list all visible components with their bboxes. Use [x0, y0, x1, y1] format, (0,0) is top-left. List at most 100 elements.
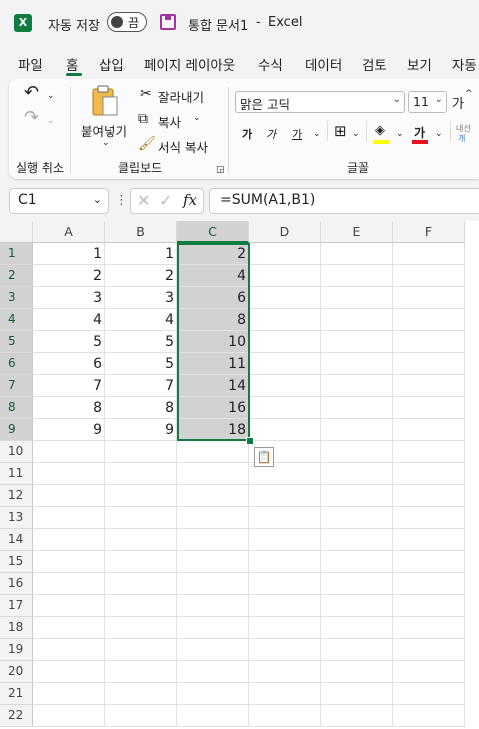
more-options-icon[interactable]: ⋮: [115, 193, 128, 208]
cell-f21[interactable]: [393, 683, 465, 705]
cell-d20[interactable]: [249, 661, 321, 683]
cell-a18[interactable]: [33, 617, 105, 639]
copy-icon[interactable]: ⧉: [138, 111, 148, 127]
cell-e2[interactable]: [321, 265, 393, 287]
cell-c22[interactable]: [177, 705, 249, 727]
row-header[interactable]: 10: [0, 441, 33, 463]
cell-a22[interactable]: [33, 705, 105, 727]
cell-d17[interactable]: [249, 595, 321, 617]
cell-e21[interactable]: [321, 683, 393, 705]
paste-options-icon[interactable]: 📋: [254, 447, 274, 467]
row-header[interactable]: 7: [0, 375, 33, 397]
copy-button[interactable]: 복사: [158, 112, 181, 131]
cell-b8[interactable]: 8: [105, 397, 177, 419]
copy-dropdown-icon[interactable]: ⌄: [193, 110, 201, 126]
cell-c3[interactable]: 6: [177, 287, 249, 309]
cell-b7[interactable]: 7: [105, 375, 177, 397]
tab-page-layout[interactable]: 페이지 레이아웃: [144, 54, 235, 74]
column-header-c[interactable]: C: [177, 221, 249, 243]
cell-f17[interactable]: [393, 595, 465, 617]
cell-e11[interactable]: [321, 463, 393, 485]
cell-b19[interactable]: [105, 639, 177, 661]
cell-f20[interactable]: [393, 661, 465, 683]
tab-view[interactable]: 보기: [407, 54, 432, 74]
row-header[interactable]: 16: [0, 573, 33, 595]
cell-f13[interactable]: [393, 507, 465, 529]
cell-e4[interactable]: [321, 309, 393, 331]
cell-a1[interactable]: 1: [33, 243, 105, 265]
cell-f3[interactable]: [393, 287, 465, 309]
cell-f10[interactable]: [393, 441, 465, 463]
cell-c14[interactable]: [177, 529, 249, 551]
paste-dropdown-icon[interactable]: ⌄: [102, 135, 110, 151]
formula-input[interactable]: =SUM(A1,B1): [209, 188, 479, 214]
cell-e16[interactable]: [321, 573, 393, 595]
cell-d9[interactable]: [249, 419, 321, 441]
cell-e13[interactable]: [321, 507, 393, 529]
cell-c9[interactable]: 18: [177, 419, 249, 441]
cell-f14[interactable]: [393, 529, 465, 551]
cell-f6[interactable]: [393, 353, 465, 375]
column-header-e[interactable]: E: [321, 221, 393, 243]
cell-a20[interactable]: [33, 661, 105, 683]
cell-c10[interactable]: [177, 441, 249, 463]
cell-f1[interactable]: [393, 243, 465, 265]
cell-d2[interactable]: [249, 265, 321, 287]
cell-d13[interactable]: [249, 507, 321, 529]
cell-a10[interactable]: [33, 441, 105, 463]
cell-c15[interactable]: [177, 551, 249, 573]
tab-data[interactable]: 데이터: [305, 54, 342, 74]
fill-color-dropdown-icon[interactable]: ⌄: [396, 126, 404, 142]
cell-b6[interactable]: 5: [105, 353, 177, 375]
cell-d15[interactable]: [249, 551, 321, 573]
cell-a6[interactable]: 6: [33, 353, 105, 375]
cell-e17[interactable]: [321, 595, 393, 617]
row-header[interactable]: 4: [0, 309, 33, 331]
cell-a4[interactable]: 4: [33, 309, 105, 331]
cell-e15[interactable]: [321, 551, 393, 573]
cell-a14[interactable]: [33, 529, 105, 551]
save-icon[interactable]: [160, 14, 176, 30]
cell-f7[interactable]: [393, 375, 465, 397]
cell-b4[interactable]: 4: [105, 309, 177, 331]
row-header[interactable]: 6: [0, 353, 33, 375]
undo-icon[interactable]: ↶: [24, 84, 39, 102]
row-header[interactable]: 21: [0, 683, 33, 705]
font-color-button[interactable]: 가: [414, 124, 425, 141]
cell-e5[interactable]: [321, 331, 393, 353]
cell-b16[interactable]: [105, 573, 177, 595]
cell-a19[interactable]: [33, 639, 105, 661]
row-header[interactable]: 1: [0, 243, 33, 265]
cell-e6[interactable]: [321, 353, 393, 375]
cell-b2[interactable]: 2: [105, 265, 177, 287]
paste-icon[interactable]: [91, 85, 119, 117]
format-painter-icon[interactable]: 🖌: [138, 136, 156, 152]
format-painter-button[interactable]: 서식 복사: [158, 137, 208, 156]
cancel-icon[interactable]: ✕: [137, 191, 150, 210]
row-header[interactable]: 19: [0, 639, 33, 661]
cell-a17[interactable]: [33, 595, 105, 617]
cell-e14[interactable]: [321, 529, 393, 551]
cell-d19[interactable]: [249, 639, 321, 661]
cell-b18[interactable]: [105, 617, 177, 639]
cell-e10[interactable]: [321, 441, 393, 463]
tab-insert[interactable]: 삽입: [99, 54, 124, 74]
cell-f2[interactable]: [393, 265, 465, 287]
cell-b11[interactable]: [105, 463, 177, 485]
cell-e3[interactable]: [321, 287, 393, 309]
cell-f18[interactable]: [393, 617, 465, 639]
row-header[interactable]: 20: [0, 661, 33, 683]
cell-e18[interactable]: [321, 617, 393, 639]
row-header[interactable]: 15: [0, 551, 33, 573]
cell-a3[interactable]: 3: [33, 287, 105, 309]
cell-a5[interactable]: 5: [33, 331, 105, 353]
cell-d16[interactable]: [249, 573, 321, 595]
cell-e12[interactable]: [321, 485, 393, 507]
cell-e20[interactable]: [321, 661, 393, 683]
cell-a7[interactable]: 7: [33, 375, 105, 397]
row-header[interactable]: 11: [0, 463, 33, 485]
cell-c1[interactable]: 2: [177, 243, 249, 265]
cell-d8[interactable]: [249, 397, 321, 419]
cell-d22[interactable]: [249, 705, 321, 727]
cell-c21[interactable]: [177, 683, 249, 705]
